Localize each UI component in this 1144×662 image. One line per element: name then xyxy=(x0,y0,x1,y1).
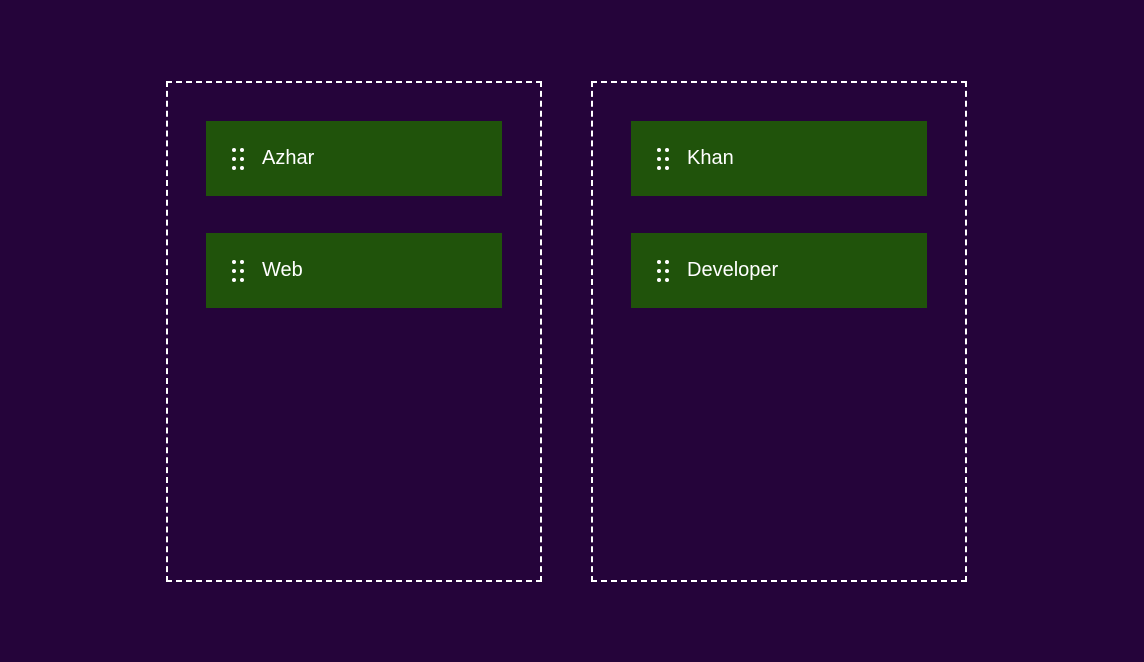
drag-drop-board: Azhar Web Khan Developer xyxy=(0,0,1144,662)
drag-handle-icon[interactable] xyxy=(231,147,245,171)
drop-zone-right[interactable]: Khan Developer xyxy=(591,81,967,582)
card-label: Khan xyxy=(687,147,734,169)
draggable-card-web[interactable]: Web xyxy=(206,233,502,308)
card-label: Developer xyxy=(687,259,779,281)
card-label: Web xyxy=(262,259,303,281)
card-label: Azhar xyxy=(262,147,315,169)
drag-handle-icon[interactable] xyxy=(656,147,670,171)
draggable-card-khan[interactable]: Khan xyxy=(631,121,927,196)
draggable-card-developer[interactable]: Developer xyxy=(631,233,927,308)
drop-zone-left[interactable]: Azhar Web xyxy=(166,81,542,582)
drag-handle-icon[interactable] xyxy=(231,259,245,283)
drag-handle-icon[interactable] xyxy=(656,259,670,283)
draggable-card-azhar[interactable]: Azhar xyxy=(206,121,502,196)
